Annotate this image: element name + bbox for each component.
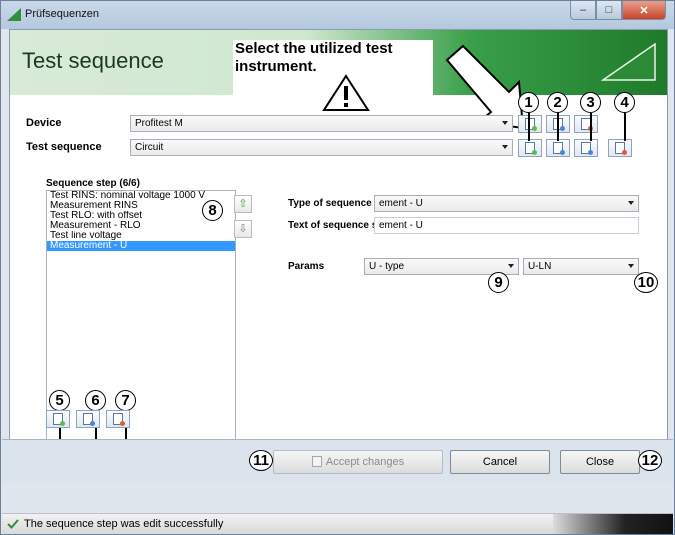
list-item[interactable]: Test RINS: nominal voltage 1000 V [47,191,235,201]
close-label: Close [585,456,615,468]
page-title: Test sequence [22,48,164,73]
accept-changes-button[interactable]: Accept changes [273,450,443,474]
callout-9: 9 [488,272,509,293]
callout-8: 8 [202,200,223,221]
maximize-icon: □ [605,4,613,16]
param-type-value: U - type [369,261,405,272]
sequence-select[interactable]: Circuit [130,139,513,156]
device-label: Device [26,117,62,129]
chevron-down-icon [502,145,508,149]
window-title: Prüfsequenzen [25,8,99,20]
device-select[interactable]: Profitest M [130,115,513,132]
cancel-button[interactable]: Cancel [450,450,550,474]
close-window-button[interactable]: ✕ [622,1,666,20]
maximize-button[interactable]: □ [596,1,622,20]
app-icon [7,8,21,21]
arrow-down-icon: ⇩ [238,223,248,235]
callout-1-leader [528,113,530,141]
logo-icon [601,42,656,81]
delete-document-icon [615,142,627,155]
dialog-content: Test sequence Select the utilized test i… [9,29,668,464]
steps-label: Sequence step (6/6) [46,178,140,189]
copy-document-icon [83,413,95,426]
chevron-down-icon [628,264,634,268]
param-value-value: U-LN [528,261,552,272]
close-button[interactable]: Close [560,450,640,474]
new-document-icon [525,142,537,155]
delete-document-icon [113,413,125,426]
callout-12: 12 [638,450,662,471]
param-value-select[interactable]: U-LN [523,258,639,275]
annotation-text: Select the utilized test instrument. [235,40,393,75]
step-items: Test RINS: nominal voltage 1000 V Measure… [47,191,235,251]
params-label: Params [288,261,325,272]
button-bar: 11 Accept changes Cancel Close 12 [2,439,673,483]
sequence-label: Test sequence [26,141,102,153]
warning-icon [322,74,370,111]
callout-4-leader [624,113,626,141]
main-window: Prüfsequenzen – □ ✕ Test sequence Select… [0,0,675,535]
callout-3: 3 [580,92,601,113]
add-step-button[interactable] [46,410,70,428]
window-controls: – □ ✕ [570,1,666,21]
move-down-button[interactable]: ⇩ [234,220,252,238]
callout-3-leader [590,113,592,141]
list-item[interactable]: Measurement - U [47,241,235,251]
callout-7: 7 [115,390,136,411]
accept-label: Accept changes [325,456,405,468]
title-bar[interactable]: Prüfsequenzen – □ ✕ [1,1,674,29]
delete-device-button[interactable] [574,115,598,133]
new-document-icon [525,118,537,131]
status-bar: The sequence step was edit successfully [2,513,673,534]
minimize-icon: – [579,4,587,16]
step-text-input[interactable]: ement - U [374,217,639,234]
arrow-up-icon: ⇧ [238,198,248,210]
copy-sequence-button[interactable] [574,139,598,157]
delete-sequence-button[interactable] [608,139,632,157]
copy-step-button[interactable] [76,410,100,428]
chevron-down-icon [508,264,514,268]
cancel-label: Cancel [482,456,518,468]
edit-document-icon [553,142,565,155]
step-type-select[interactable]: ement - U [374,195,639,212]
callout-6: 6 [85,390,106,411]
new-document-icon [53,413,65,426]
callout-10: 10 [634,272,658,293]
chevron-down-icon [502,121,508,125]
callout-2: 2 [547,92,568,113]
sequence-value: Circuit [135,142,164,153]
step-type-value: ement - U [379,198,423,209]
callout-11: 11 [249,450,273,471]
status-grip [553,514,673,534]
callout-2-leader [557,113,559,141]
callout-4: 4 [614,92,635,113]
edit-sequence-button[interactable] [546,139,570,157]
sequence-step-list[interactable]: Test RINS: nominal voltage 1000 V Measure… [46,190,236,455]
list-item[interactable]: Measurement - RLO [47,221,235,231]
close-icon: ✕ [639,4,649,17]
delete-step-button[interactable] [106,410,130,428]
step-text-value: ement - U [379,220,423,231]
callout-1: 1 [518,92,539,113]
status-message: The sequence step was edit successfully [24,518,224,530]
chevron-down-icon [628,201,634,205]
move-up-button[interactable]: ⇧ [234,195,252,213]
copy-document-icon [581,142,593,155]
new-sequence-button[interactable] [518,139,542,157]
minimize-button[interactable]: – [570,1,596,20]
list-item[interactable]: Test line voltage [47,231,235,241]
checkmark-icon [7,519,19,529]
device-value: Profitest M [135,118,183,129]
new-device-button[interactable] [518,115,542,133]
callout-5: 5 [49,390,70,411]
accept-icon [311,456,322,467]
